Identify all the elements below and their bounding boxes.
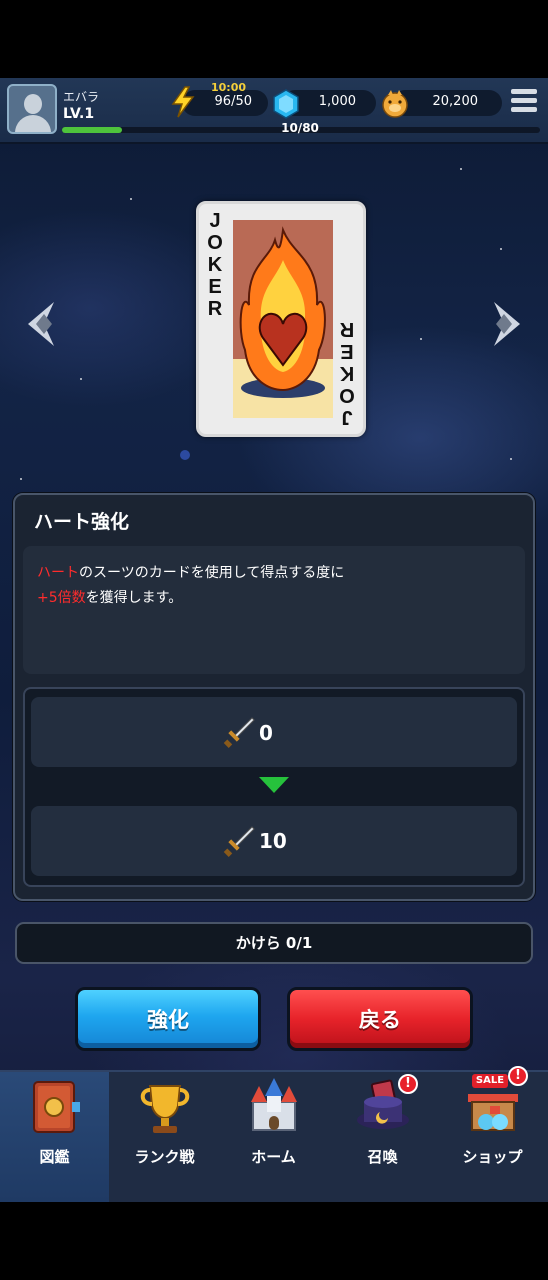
nav-label: ショップ <box>462 1148 523 1166</box>
nav-item-summon[interactable]: ! 召喚 <box>328 1072 437 1202</box>
sword-icon <box>223 826 255 857</box>
avatar-head-icon <box>24 94 42 114</box>
upgrade-button[interactable]: 強化 <box>75 987 261 1051</box>
nav-label: 図鑑 <box>39 1148 70 1166</box>
nav-item-shop[interactable]: SALE ! ショップ <box>438 1066 547 1202</box>
card-label-top: JOKER <box>207 210 223 320</box>
joker-card: JOKER JOKER <box>196 201 366 437</box>
hamburger-menu-icon[interactable] <box>511 89 537 115</box>
sword-icon <box>223 717 255 748</box>
arrow-down-icon <box>259 777 289 793</box>
description-text-2: を獲得します。 <box>85 590 183 606</box>
description-highlight-suit: ハート <box>37 565 79 581</box>
notification-badge: ! <box>398 1074 418 1094</box>
trophy-icon <box>140 1085 190 1133</box>
description-line-2: +5倍数を獲得します。 <box>37 587 182 607</box>
description-text-1: のスーツのカードを使用して得点する度に <box>79 565 345 581</box>
xp-text: 10/80 <box>281 121 319 135</box>
gem-value: 1,000 <box>318 94 356 109</box>
nav-label: ランク戦 <box>134 1148 195 1166</box>
next-card-arrow-icon[interactable] <box>484 300 524 348</box>
nav-label: ホーム <box>251 1148 296 1166</box>
player-level: LV.1 <box>63 106 95 122</box>
next-stat-value: 10 <box>259 829 287 853</box>
current-stat-value: 0 <box>259 721 273 745</box>
nav-item-encyclopedia[interactable]: 図鑑 <box>0 1072 109 1202</box>
nav-item-home[interactable]: ホーム <box>219 1072 328 1202</box>
sale-tag: SALE <box>472 1074 508 1088</box>
bottom-black-bar <box>0 1202 548 1280</box>
description-line-1: ハートのスーツのカードを使用して得点する度に <box>37 562 344 582</box>
card-artwork <box>233 220 333 418</box>
lightning-icon <box>171 86 195 118</box>
nav-label: 召喚 <box>367 1148 398 1166</box>
previous-card-arrow-icon[interactable] <box>24 300 64 348</box>
back-button[interactable]: 戻る <box>287 987 473 1051</box>
top-black-bar <box>0 0 548 78</box>
avatar[interactable] <box>7 84 57 134</box>
flaming-heart-icon <box>239 226 326 398</box>
panel-title: ハート強化 <box>34 511 130 533</box>
book-icon <box>33 1081 80 1133</box>
player-name: エバラ <box>63 90 100 104</box>
avatar-body-icon <box>15 115 51 132</box>
coin-pig-icon <box>382 90 408 118</box>
nav-item-ranked[interactable]: ランク戦 <box>110 1072 219 1202</box>
description-highlight-multiplier: +5倍数 <box>37 590 86 606</box>
energy-value: 96/50 <box>214 94 252 109</box>
castle-icon <box>251 1078 297 1131</box>
notification-badge: ! <box>508 1066 528 1086</box>
gem-icon <box>273 89 299 119</box>
current-stat-row <box>31 697 517 767</box>
fragment-count: かけら 0/1 <box>15 922 533 964</box>
xp-bar-fill <box>62 127 122 133</box>
card-label-bottom: JOKER <box>339 318 355 428</box>
coin-value: 20,200 <box>432 94 479 109</box>
energy-timer: 10:00 <box>211 81 247 94</box>
